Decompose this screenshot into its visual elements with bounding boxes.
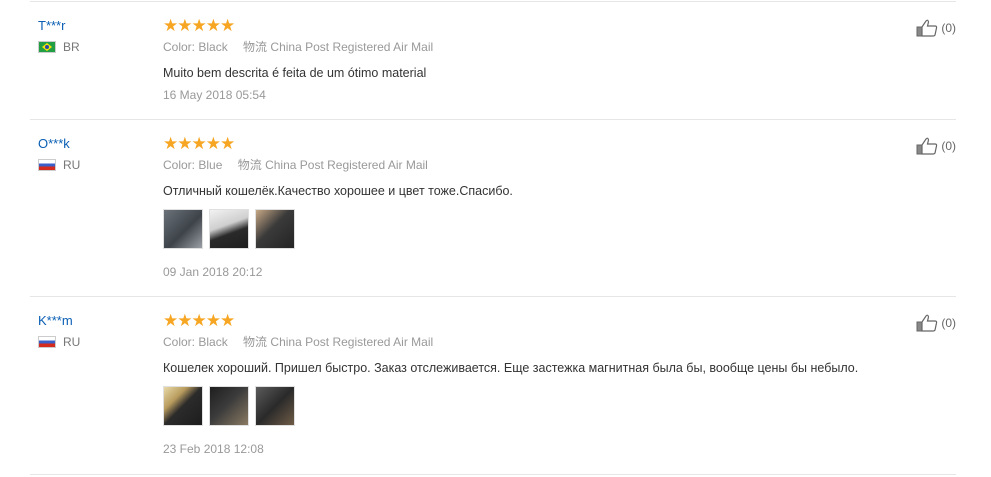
helpful-button[interactable]: (0) [916,314,956,332]
review-photos [163,386,923,428]
review-photo-thumbnail[interactable] [163,386,203,426]
shipping-icon-label: 物流 [243,335,268,349]
helpful-button[interactable]: (0) [916,19,956,37]
country-code: RU [63,158,81,172]
helpful-button[interactable]: (0) [916,137,956,155]
reviewer-name[interactable]: K***m [38,313,80,328]
review-meta: Color: Blue 物流 China Post Registered Air… [163,157,923,173]
thumbs-up-icon [916,19,938,37]
review-date: 09 Jan 2018 20:12 [163,265,263,279]
shipping-method: China Post Registered Air Mail [265,158,428,172]
reviewer-info: O***k RU [38,136,80,173]
review-text: Muito bem descrita é feita de um ótimo m… [163,66,427,80]
review-date: 16 May 2018 05:54 [163,88,266,102]
review-photo-thumbnail[interactable] [255,209,295,249]
review-meta: Color: Black 物流 China Post Registered Ai… [163,39,923,55]
star-rating: ★★★★★ [163,311,235,330]
shipping-icon-label: 物流 [237,158,262,172]
color-label: Color: [163,335,196,349]
helpful-count: (0) [941,316,956,330]
shipping-icon-label: 物流 [243,40,268,54]
review-item: O***k RU ★★★★★ Color: Blue 物流 China Post… [30,119,956,297]
country-code: RU [63,335,81,349]
review-item: T***r BR ★★★★★ Color: Black 物流 China Pos… [30,1,956,120]
review-content: ★★★★★ Color: Black 物流 China Post Registe… [163,16,923,103]
country-code: BR [63,40,80,54]
review-photos [163,209,923,251]
shipping-method: China Post Registered Air Mail [270,40,434,54]
review-photo-thumbnail[interactable] [255,386,295,426]
reviewer-country: RU [38,157,80,173]
thumbs-up-icon [916,137,938,155]
review-meta: Color: Black 物流 China Post Registered Ai… [163,334,923,350]
color-label: Color: [163,158,196,172]
reviewer-info: K***m RU [38,313,80,350]
review-text: Кошелек хороший. Пришел быстро. Заказ от… [163,361,859,375]
helpful-count: (0) [941,21,956,35]
reviewer-country: RU [38,334,80,350]
brazil-flag-icon [38,41,56,53]
shipping-label: 物流 China Post Registered Air Mail [243,335,433,349]
reviewer-info: T***r BR [38,18,80,55]
review-photo-thumbnail[interactable] [209,386,249,426]
shipping-label: 物流 China Post Registered Air Mail [243,40,433,54]
reviewer-name[interactable]: T***r [38,18,80,33]
review-content: ★★★★★ Color: Black 物流 China Post Registe… [163,312,923,456]
color-value: Black [198,40,228,54]
review-text: Отличный кошелёк.Качество хорошее и цвет… [163,184,513,198]
color-value: Blue [198,158,223,172]
review-content: ★★★★★ Color: Blue 物流 China Post Register… [163,135,923,279]
helpful-count: (0) [941,139,956,153]
russia-flag-icon [38,159,56,171]
review-photo-thumbnail[interactable] [163,209,203,249]
star-rating: ★★★★★ [163,16,235,35]
star-rating: ★★★★★ [163,134,235,153]
shipping-method: China Post Registered Air Mail [270,335,434,349]
color-value: Black [198,335,228,349]
reviewer-name[interactable]: O***k [38,136,80,151]
review-photo-thumbnail[interactable] [209,209,249,249]
reviewer-country: BR [38,39,80,55]
russia-flag-icon [38,336,56,348]
color-label: Color: [163,40,196,54]
shipping-label: 物流 China Post Registered Air Mail [238,158,428,172]
review-date: 23 Feb 2018 12:08 [163,442,264,456]
review-item: K***m RU ★★★★★ Color: Black 物流 China Pos… [30,296,956,475]
thumbs-up-icon [916,314,938,332]
